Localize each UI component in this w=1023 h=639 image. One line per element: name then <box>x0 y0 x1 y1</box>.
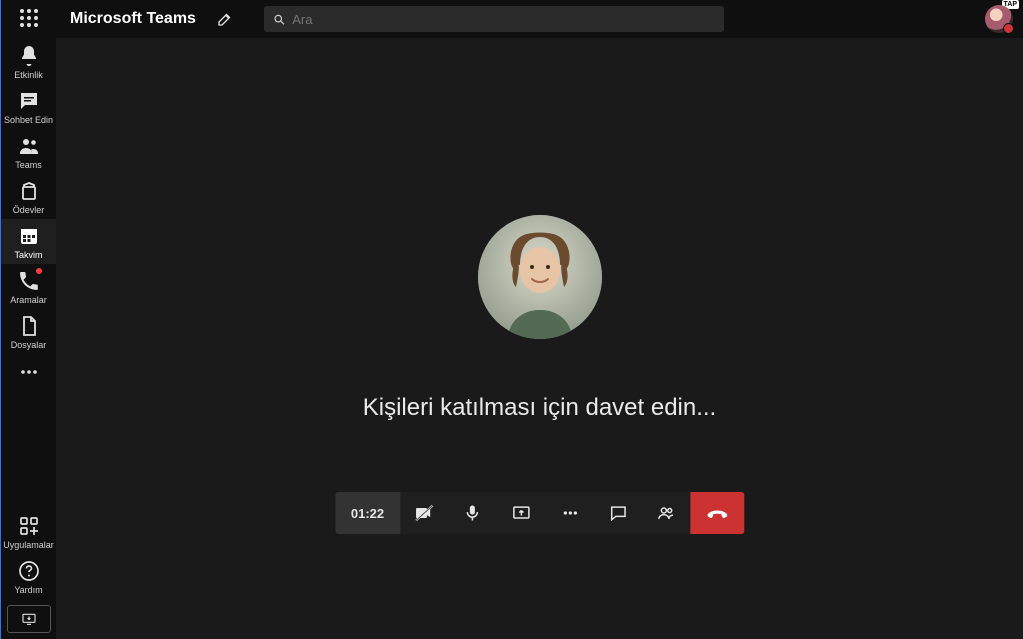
person-avatar-icon <box>478 215 602 339</box>
search-input[interactable] <box>292 12 716 27</box>
rail-item-apps[interactable]: Uygulamalar <box>1 509 56 554</box>
compose-icon <box>216 10 234 28</box>
rail-item-label: Yardım <box>14 585 42 595</box>
app-title: Microsoft Teams <box>70 10 196 28</box>
mic-toggle-button[interactable] <box>448 492 496 534</box>
camera-off-icon <box>414 503 434 523</box>
rail-item-calendar[interactable]: Takvim <box>1 219 56 264</box>
download-desktop-button[interactable] <box>7 605 51 633</box>
rail-item-assignments[interactable]: Ödevler <box>1 174 56 219</box>
files-icon <box>17 314 41 338</box>
bell-icon <box>17 44 41 68</box>
app-header: Microsoft Teams TAP <box>56 0 1023 38</box>
rail-item-label: Etkinlik <box>14 70 43 80</box>
call-control-bar: 01:22 <box>335 492 744 534</box>
rail-item-chat[interactable]: Sohbet Edin <box>1 84 56 129</box>
share-screen-icon <box>510 503 532 523</box>
meeting-stage: Kişileri katılması için davet edin... 01… <box>56 38 1023 639</box>
chat-icon <box>17 89 41 113</box>
rail-item-activity[interactable]: Etkinlik <box>1 39 56 84</box>
assignments-icon <box>17 179 41 203</box>
participants-button[interactable] <box>642 492 690 534</box>
rail-item-label: Ödevler <box>13 205 45 215</box>
call-timer: 01:22 <box>335 492 400 534</box>
notification-dot-icon <box>36 268 42 274</box>
camera-toggle-button[interactable] <box>400 492 448 534</box>
avatar-icon <box>985 5 1013 33</box>
search-box[interactable] <box>264 6 724 32</box>
mic-icon <box>462 503 482 523</box>
more-horiz-icon <box>560 503 580 523</box>
search-icon <box>272 12 286 27</box>
people-icon <box>656 503 676 523</box>
rail-item-label: Aramalar <box>10 295 47 305</box>
teams-icon <box>17 134 41 158</box>
rail-item-calls[interactable]: Aramalar <box>1 264 56 309</box>
invite-prompt: Kişileri katılması için davet edin... <box>363 394 716 422</box>
hang-up-icon <box>704 503 730 523</box>
rail-item-teams[interactable]: Teams <box>1 129 56 174</box>
compose-button[interactable] <box>216 10 234 28</box>
participant-avatar <box>478 215 602 339</box>
apps-icon <box>17 514 41 538</box>
more-horiz-icon <box>17 360 41 384</box>
app-rail: Etkinlik Sohbet Edin Teams Ödevler Takvi <box>1 0 56 639</box>
rail-item-help[interactable]: Yardım <box>1 554 56 599</box>
rail-item-label: Sohbet Edin <box>4 115 53 125</box>
share-screen-button[interactable] <box>496 492 546 534</box>
waffle-menu-button[interactable] <box>17 6 41 30</box>
download-desktop-icon <box>19 611 39 627</box>
rail-item-label: Dosyalar <box>11 340 47 350</box>
rail-item-files[interactable]: Dosyalar <box>1 309 56 354</box>
calendar-icon <box>17 224 41 248</box>
hang-up-button[interactable] <box>690 492 744 534</box>
chat-panel-button[interactable] <box>594 492 642 534</box>
help-icon <box>17 559 41 583</box>
more-actions-button[interactable] <box>546 492 594 534</box>
rail-item-label: Teams <box>15 160 42 170</box>
profile-button[interactable]: TAP <box>985 5 1013 33</box>
rail-item-label: Takvim <box>14 250 42 260</box>
chat-icon <box>608 503 628 523</box>
rail-item-more[interactable] <box>1 354 56 390</box>
rail-item-label: Uygulamalar <box>3 540 54 550</box>
